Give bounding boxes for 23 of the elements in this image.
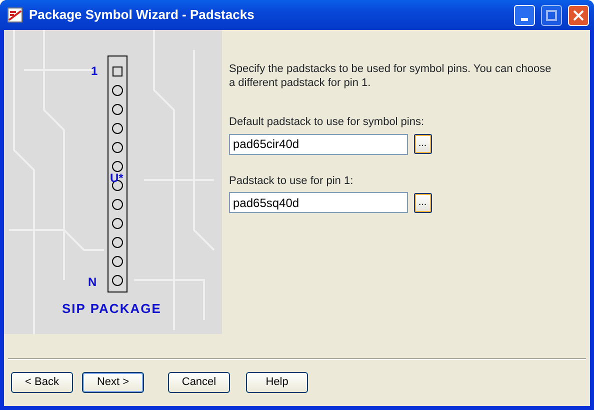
minimize-icon xyxy=(521,18,528,20)
pin-label: N xyxy=(88,276,97,288)
browse-button[interactable]: ... xyxy=(414,134,432,154)
maximize-icon xyxy=(546,10,557,20)
wizard-button[interactable]: Help xyxy=(246,372,308,393)
close-button[interactable] xyxy=(568,4,589,26)
field-label: Padstack to use for pin 1: xyxy=(229,174,354,188)
app-icon xyxy=(7,7,23,23)
close-icon xyxy=(573,10,584,20)
window-title: Package Symbol Wizard - Padstacks xyxy=(29,6,256,24)
wizard-button[interactable]: Cancel xyxy=(168,372,230,393)
field-label: Default padstack to use for symbol pins: xyxy=(229,115,426,130)
reference-label: U* xyxy=(110,172,124,184)
maximize-button[interactable] xyxy=(541,4,562,26)
wizard-button[interactable]: Next > xyxy=(82,372,144,393)
padstack-field[interactable]: pad65cir40d xyxy=(229,134,408,154)
instruction-text: Specify the padstacks to be used for symbol pins. You can choose a different padstack for pin 1. xyxy=(229,62,552,90)
padstack-field[interactable]: pad65sq40d xyxy=(229,192,408,213)
browse-button[interactable]: ... xyxy=(414,192,432,212)
package-caption: SIP PACKAGE xyxy=(62,302,162,315)
minimize-button[interactable] xyxy=(514,4,535,26)
wizard-button[interactable]: < Back xyxy=(11,372,73,393)
pin-label: 1 xyxy=(91,65,98,77)
